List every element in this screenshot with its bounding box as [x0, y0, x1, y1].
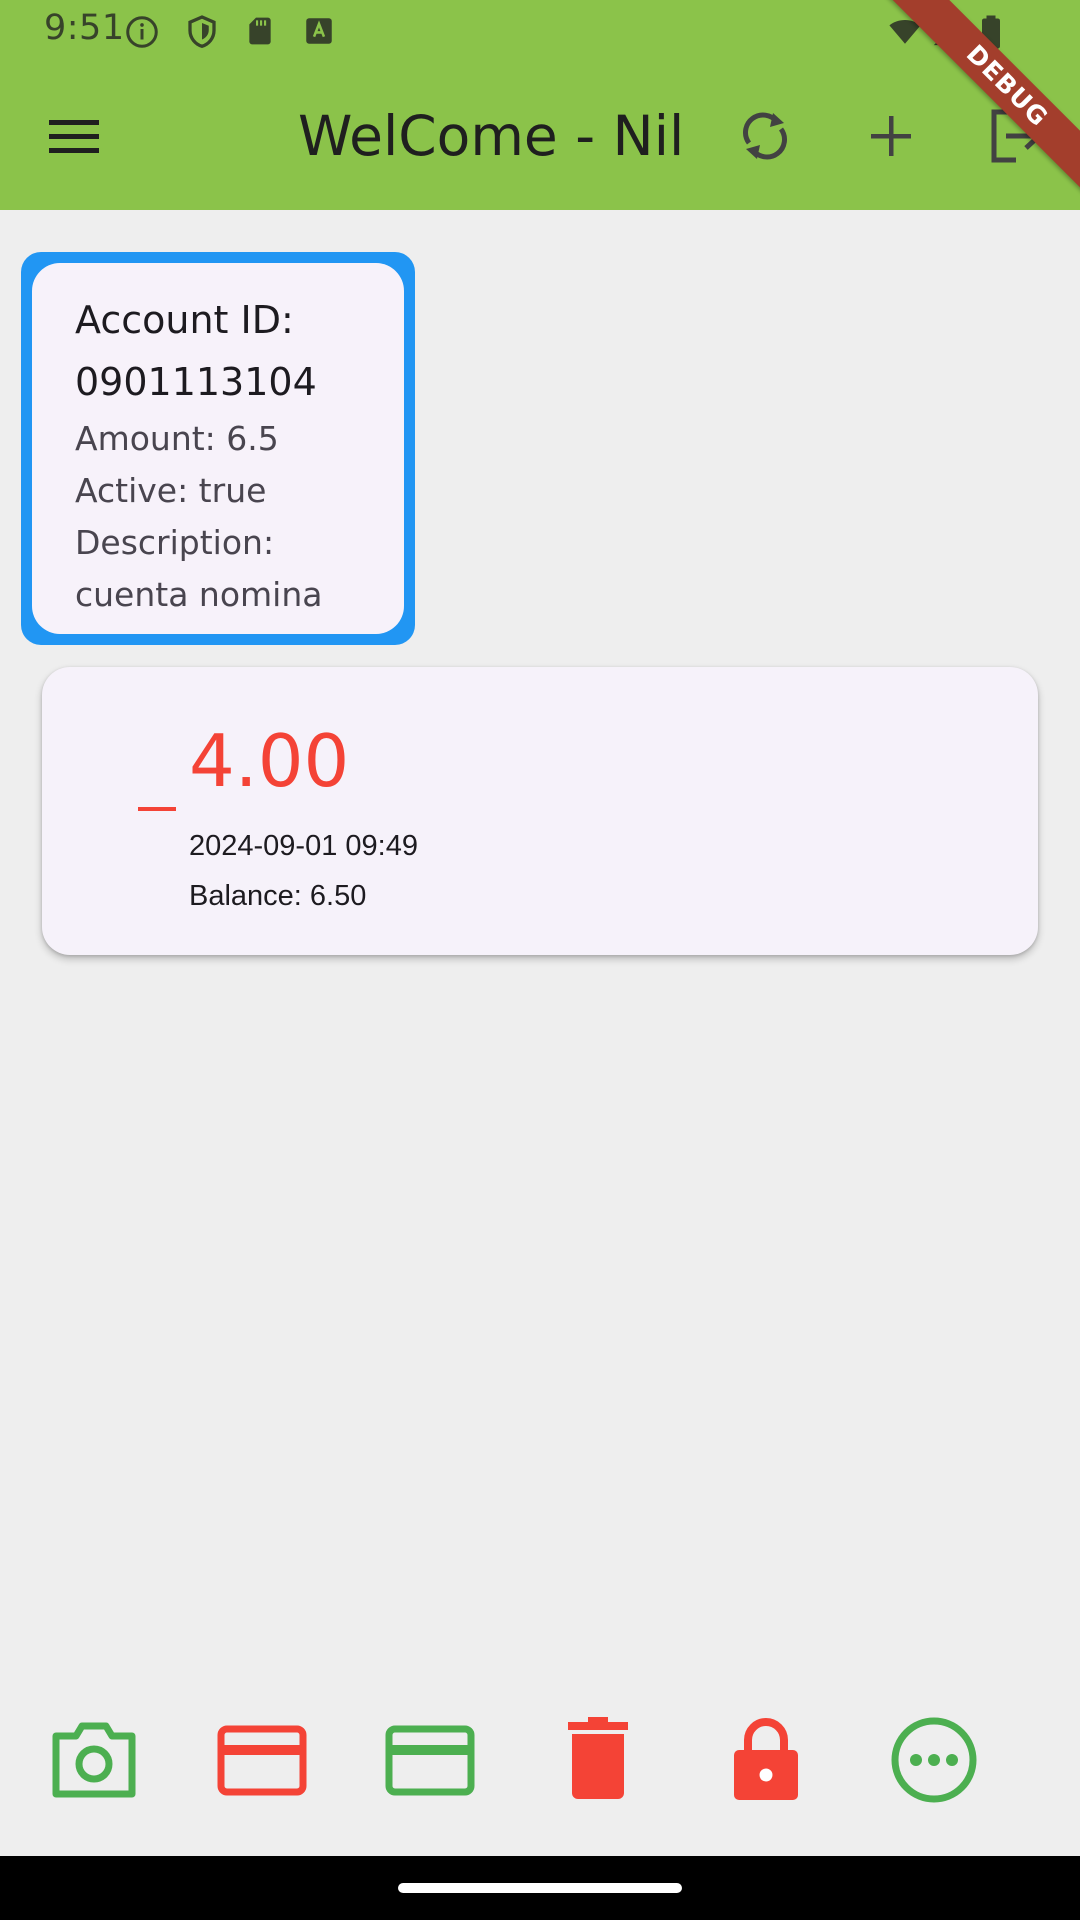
bottom-action-bar: [0, 1700, 1080, 1820]
gesture-navigation-bar: [0, 1856, 1080, 1920]
refresh-button[interactable]: [725, 96, 805, 176]
menu-button[interactable]: [34, 96, 114, 176]
account-id-value: 0901113104: [75, 360, 317, 404]
refresh-icon: [743, 112, 787, 160]
menu-icon: [49, 120, 99, 153]
card-green-button[interactable]: [380, 1710, 480, 1810]
account-active: Active: true: [75, 471, 267, 510]
transaction-date: 2024-09-01 09:49: [189, 830, 418, 862]
account-card[interactable]: Account ID: 0901113104 Amount: 6.5 Activ…: [21, 252, 415, 645]
lock-button[interactable]: [716, 1710, 816, 1810]
credit-card-icon: [385, 1725, 475, 1796]
more-icon: [891, 1717, 977, 1803]
transaction-amount: 4.00: [189, 719, 350, 803]
delete-button[interactable]: [548, 1710, 648, 1810]
transaction-card[interactable]: 4.00 2024-09-01 09:49 Balance: 6.50: [42, 667, 1038, 955]
camera-button[interactable]: [44, 1710, 144, 1810]
transaction-balance: Balance: 6.50: [189, 880, 367, 912]
sd-card-icon: [249, 17, 271, 45]
credit-card-icon: [217, 1725, 307, 1796]
info-icon: [126, 16, 158, 48]
account-description-label: Description:: [75, 523, 275, 562]
keyboard-a-icon: [306, 18, 332, 44]
account-id-label: Account ID:: [75, 298, 294, 342]
lock-icon: [734, 1718, 798, 1800]
more-button[interactable]: [884, 1710, 984, 1810]
shield-icon: [188, 15, 216, 48]
home-gesture-handle[interactable]: [398, 1883, 682, 1893]
account-amount: Amount: 6.5: [75, 419, 279, 458]
delete-icon: [568, 1717, 628, 1799]
account-description-value: cuenta nomina: [75, 575, 323, 614]
add-button[interactable]: [851, 96, 931, 176]
add-icon: [871, 116, 911, 156]
app-bar: WelCome - Nil: [0, 62, 1080, 210]
camera-icon: [52, 1722, 136, 1798]
status-time: 9:51: [44, 8, 125, 48]
card-red-button[interactable]: [212, 1710, 312, 1810]
page-title: WelCome - Nil: [298, 104, 685, 168]
account-card-content: Account ID: 0901113104 Amount: 6.5 Activ…: [32, 263, 404, 634]
debit-sign-icon: [138, 807, 176, 811]
